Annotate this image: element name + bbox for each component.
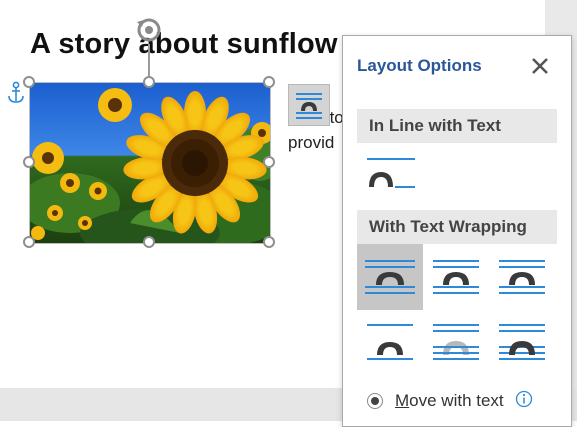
wrap-option-top-and-bottom[interactable] <box>357 312 423 378</box>
document-title[interactable]: A story about sunflow <box>30 28 338 61</box>
rotate-icon[interactable] <box>134 14 164 46</box>
resize-handle-sw[interactable] <box>23 236 35 248</box>
resize-handle-e[interactable] <box>263 156 275 168</box>
section-wrapping-header: With Text Wrapping <box>357 210 557 244</box>
wrap-option-through[interactable] <box>489 244 555 310</box>
layout-options-button[interactable] <box>288 84 330 126</box>
resize-handle-se[interactable] <box>263 236 275 248</box>
wrap-option-in-front-of-text[interactable] <box>489 312 555 378</box>
wrap-option-tight[interactable] <box>423 244 489 310</box>
sunflower-image[interactable] <box>29 82 271 244</box>
layout-options-panel: Layout Options In Line with Text With Te… <box>342 35 572 427</box>
info-icon[interactable] <box>515 390 533 408</box>
resize-handle-n[interactable] <box>143 76 155 88</box>
layout-options-icon <box>296 93 322 119</box>
resize-handle-ne[interactable] <box>263 76 275 88</box>
wrap-option-square[interactable] <box>357 244 423 310</box>
panel-title: Layout Options <box>357 56 482 75</box>
resize-handle-nw[interactable] <box>23 76 35 88</box>
close-icon[interactable] <box>529 55 551 77</box>
resize-handle-w[interactable] <box>23 156 35 168</box>
wrap-option-inline[interactable] <box>357 150 423 216</box>
body-line: provid <box>288 133 335 152</box>
section-inline-header: In Line with Text <box>357 109 557 143</box>
move-with-text-label: Move with text <box>395 391 504 410</box>
move-with-text-radio[interactable] <box>367 393 383 409</box>
wrap-option-behind-text[interactable] <box>423 312 489 378</box>
resize-handle-s[interactable] <box>143 236 155 248</box>
